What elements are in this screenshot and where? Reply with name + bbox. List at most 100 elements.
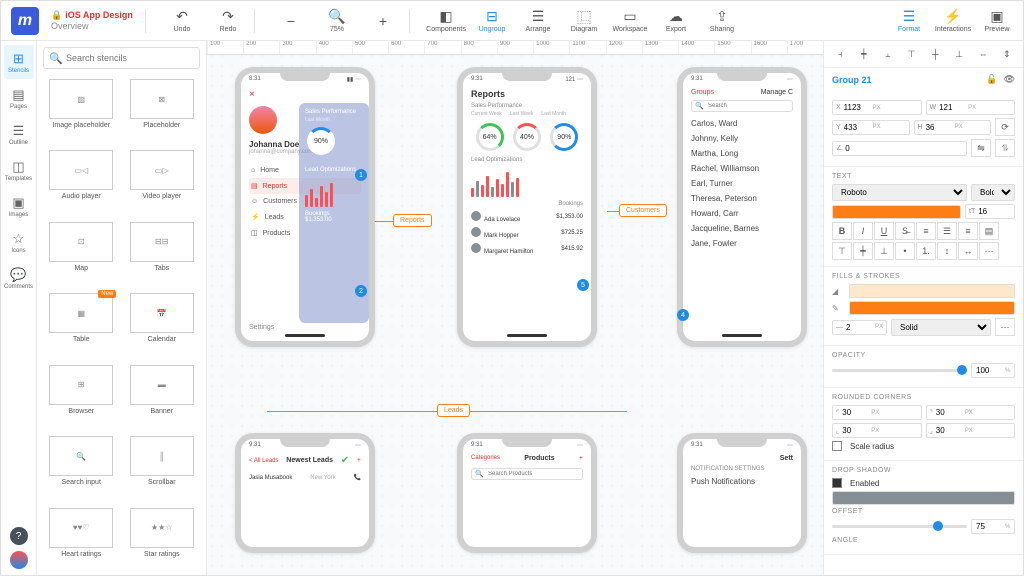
- stencil-item[interactable]: 🔍Search input: [43, 434, 120, 501]
- stencil-item[interactable]: 📅Calendar: [124, 291, 201, 358]
- text-align-center-icon[interactable]: ☰: [937, 222, 957, 240]
- visibility-icon[interactable]: 👁: [1004, 74, 1015, 85]
- stencil-item[interactable]: ▨Image placeholder: [43, 77, 120, 144]
- fill-swatch[interactable]: [849, 284, 1015, 298]
- stencil-item[interactable]: ⊡Map: [43, 220, 120, 287]
- stencil-item[interactable]: ⊞Browser: [43, 363, 120, 430]
- font-select[interactable]: Roboto: [832, 184, 967, 201]
- flip-v-icon[interactable]: ⥮: [995, 139, 1015, 157]
- more-text-icon[interactable]: ⋯: [979, 242, 999, 260]
- stroke-swatch[interactable]: [849, 301, 1015, 315]
- scale-radius-checkbox[interactable]: [832, 441, 842, 451]
- font-size-input[interactable]: tT: [965, 204, 1015, 219]
- corner-tl-input[interactable]: ⌜PX: [832, 405, 922, 420]
- artboard-products[interactable]: 9:31⋯ CategoriesProducts+ 🔍: [457, 433, 597, 553]
- flip-h-icon[interactable]: ⇋: [971, 139, 991, 157]
- canvas[interactable]: 1002003004005006007008009001000110012001…: [207, 41, 823, 575]
- user-avatar[interactable]: [10, 551, 28, 569]
- weight-select[interactable]: Bold: [971, 184, 1015, 201]
- rail-pages[interactable]: ▤Pages: [4, 81, 34, 115]
- link-dimensions-icon[interactable]: ⟳: [995, 118, 1015, 136]
- export-button[interactable]: ☁Export: [654, 3, 698, 39]
- y-input[interactable]: YPX: [832, 120, 910, 135]
- stencil-item[interactable]: ♥♥♡Heart ratings: [43, 506, 120, 573]
- stencil-item[interactable]: ⊟⊟Tabs: [124, 220, 201, 287]
- corner-br-input[interactable]: ⌟PX: [926, 423, 1016, 438]
- strike-icon[interactable]: S̶: [895, 222, 915, 240]
- shadow-color-swatch[interactable]: [832, 491, 1015, 505]
- valign-mid-icon[interactable]: ┿: [853, 242, 873, 260]
- align-bottom-icon[interactable]: ⊥: [951, 45, 967, 63]
- lock-icon[interactable]: 🔓: [986, 74, 997, 85]
- stencil-item[interactable]: ▭◁Audio player: [43, 148, 120, 215]
- stencil-search-input[interactable]: [43, 47, 200, 69]
- rail-comments[interactable]: 💬Comments: [4, 261, 34, 295]
- rail-images[interactable]: ▣Images: [4, 189, 34, 223]
- w-input[interactable]: WPX: [926, 100, 1016, 115]
- app-logo[interactable]: m: [11, 7, 39, 35]
- corner-tr-input[interactable]: ⌝PX: [926, 405, 1016, 420]
- artboard-menu[interactable]: 8:31▮▮ ⋯ × Johanna Doe johanna@company.c…: [235, 67, 375, 347]
- arrange-button[interactable]: ☰Arrange: [516, 3, 560, 39]
- offset-slider[interactable]: [832, 525, 967, 528]
- x-input[interactable]: XPX: [832, 100, 922, 115]
- diagram-button[interactable]: ⿺Diagram: [562, 3, 606, 39]
- underline-icon[interactable]: U: [874, 222, 894, 240]
- rail-templates[interactable]: ◫Templates: [4, 153, 34, 187]
- bold-icon[interactable]: B: [832, 222, 852, 240]
- sharing-button[interactable]: ⇪Sharing: [700, 3, 744, 39]
- artboard-reports[interactable]: 9:31121 ⋯ Reports Sales Performance Curr…: [457, 67, 597, 347]
- stencil-item[interactable]: ⊠Placeholder: [124, 77, 201, 144]
- text-color-swatch[interactable]: [832, 205, 961, 219]
- text-align-right-icon[interactable]: ≡: [958, 222, 978, 240]
- align-middle-icon[interactable]: ┼: [927, 45, 943, 63]
- text-justify-icon[interactable]: ▤: [979, 222, 999, 240]
- rotation-input[interactable]: ∠: [832, 141, 967, 156]
- align-right-icon[interactable]: ⫠: [880, 45, 896, 63]
- workspace-button[interactable]: ▭Workspace: [608, 3, 652, 39]
- letter-spacing-icon[interactable]: ↔: [958, 242, 978, 260]
- stencil-item[interactable]: ★★☆Star ratings: [124, 506, 201, 573]
- zoom-in-button[interactable]: +: [361, 3, 405, 39]
- stencil-item[interactable]: ▬Banner: [124, 363, 201, 430]
- rail-outline[interactable]: ☰Outline: [4, 117, 34, 151]
- stencil-item[interactable]: ▦NewTable: [43, 291, 120, 358]
- help-button[interactable]: ?: [10, 527, 28, 545]
- corner-bl-input[interactable]: ⌞PX: [832, 423, 922, 438]
- opacity-slider[interactable]: [832, 369, 967, 372]
- preview-tab[interactable]: ▣Preview: [975, 3, 1019, 39]
- italic-icon[interactable]: I: [853, 222, 873, 240]
- stencil-item[interactable]: ║Scrollbar: [124, 434, 201, 501]
- stencil-item[interactable]: ▭▷Video player: [124, 148, 201, 215]
- distribute-v-icon[interactable]: ⇕: [999, 45, 1015, 63]
- zoom-level[interactable]: 🔍75%: [315, 3, 359, 39]
- offset-input[interactable]: %: [971, 519, 1015, 534]
- list-bullet-icon[interactable]: •: [895, 242, 915, 260]
- opacity-input[interactable]: %: [971, 363, 1015, 378]
- rail-icons[interactable]: ☆Icons: [4, 225, 34, 259]
- stroke-options-icon[interactable]: ⋯: [995, 318, 1015, 336]
- ungroup-button[interactable]: ⊟Ungroup: [470, 3, 514, 39]
- flow-label-reports[interactable]: Reports: [393, 214, 432, 227]
- valign-bot-icon[interactable]: ⊥: [874, 242, 894, 260]
- flow-label-customers[interactable]: Customers: [619, 204, 667, 217]
- selection-name[interactable]: Group 21: [832, 75, 872, 85]
- list-number-icon[interactable]: 1.: [916, 242, 936, 260]
- undo-button[interactable]: ↶Undo: [160, 3, 204, 39]
- flow-label-leads[interactable]: Leads: [437, 404, 470, 417]
- shadow-enabled-checkbox[interactable]: [832, 478, 842, 488]
- line-height-icon[interactable]: ↕: [937, 242, 957, 260]
- align-left-icon[interactable]: ⫞: [832, 45, 848, 63]
- format-tab[interactable]: ☰Format: [887, 3, 931, 39]
- text-align-left-icon[interactable]: ≡: [916, 222, 936, 240]
- artboard-settings[interactable]: 9:31⋯ Sett NOTIFICATION SETTINGS Push No…: [677, 433, 807, 553]
- breadcrumb[interactable]: 🔒iOS App Design Overview: [51, 10, 141, 32]
- stroke-width-input[interactable]: —PX: [832, 320, 887, 335]
- stroke-style-select[interactable]: Solid: [891, 319, 991, 336]
- align-top-icon[interactable]: ⊤: [904, 45, 920, 63]
- align-center-h-icon[interactable]: ┿: [856, 45, 872, 63]
- valign-top-icon[interactable]: ⊤: [832, 242, 852, 260]
- artboard-leads[interactable]: 9:31⋯ < All LeadsNewest Leads✔+ Jasia Mu…: [235, 433, 375, 553]
- interactions-tab[interactable]: ⚡Interactions: [931, 3, 975, 39]
- zoom-out-button[interactable]: −: [269, 3, 313, 39]
